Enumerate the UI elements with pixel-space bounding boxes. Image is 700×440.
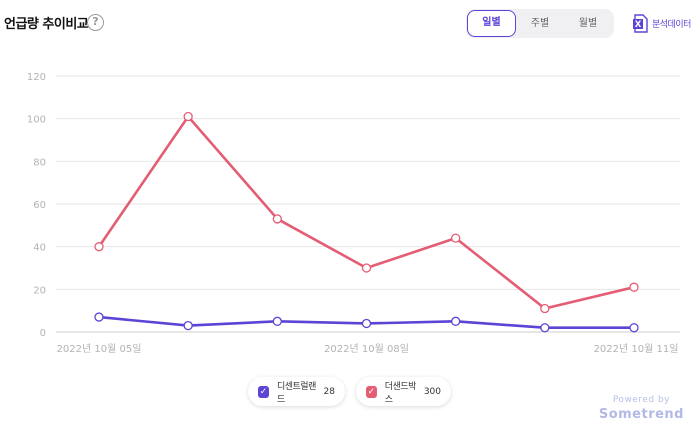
tab-weekly[interactable]: 주별 <box>516 10 564 37</box>
data-point <box>629 323 639 333</box>
y-tick-label: 60 <box>33 200 46 211</box>
powered-by-text: Powered by <box>612 395 670 405</box>
data-point <box>361 318 372 329</box>
data-point <box>361 263 372 273</box>
legend-item-decentraland[interactable]: ✓ 디센트럴랜드 28 <box>248 377 345 406</box>
mention-trend-line-chart: 0 20 40 60 80 100 120 2022년 10월 05일 2022년 10월 08… <box>27 72 680 355</box>
help-icon[interactable]: ? <box>87 14 104 31</box>
x-tick-label: 2022년 10월 11일 <box>594 343 679 355</box>
data-point <box>183 320 193 331</box>
legend-count: 300 <box>423 386 441 397</box>
data-point <box>451 233 461 243</box>
legend-item-sandbox[interactable]: ✓ 더샌드박스 300 <box>356 377 451 406</box>
period-tabs: 일별 주별 월별 <box>466 9 614 38</box>
x-tick-label: 2022년 10월 05일 <box>57 343 142 355</box>
y-tick-label: 20 <box>33 285 46 296</box>
check-icon: ✓ <box>366 385 377 398</box>
x-tick-label: 2022년 10월 08일 <box>324 343 409 355</box>
data-point <box>94 312 104 322</box>
y-tick-label: 120 <box>27 72 46 83</box>
page-title: 언급량 추이비교 <box>4 17 89 32</box>
excel-download-button[interactable]: X 분석데이터 <box>632 13 691 33</box>
data-point <box>540 323 550 333</box>
data-point <box>272 214 282 224</box>
tab-monthly[interactable]: 월별 <box>564 10 612 37</box>
legend-count: 28 <box>323 386 335 397</box>
data-point <box>94 242 104 252</box>
excel-download-label: 분석데이터 <box>652 19 691 30</box>
excel-icon: X <box>632 13 649 33</box>
excel-icon-glyph: X <box>635 20 642 30</box>
y-tick-label: 100 <box>27 115 46 126</box>
y-tick-label: 0 <box>40 328 46 339</box>
y-tick-label: 80 <box>33 157 46 168</box>
data-point <box>540 303 550 314</box>
data-point <box>629 282 639 292</box>
brand-name: Sometrend <box>598 407 684 422</box>
chart-legend: ✓ 디센트럴랜드 28 ✓ 더샌드박스 300 <box>0 377 700 407</box>
data-point <box>451 316 461 326</box>
data-point <box>183 111 193 122</box>
legend-label: 더샌드박스 <box>384 381 417 405</box>
y-tick-label: 40 <box>33 243 46 254</box>
tab-daily[interactable]: 일별 <box>467 10 516 37</box>
legend-label: 디센트럴랜드 <box>276 381 316 405</box>
series-line <box>97 115 636 310</box>
powered-by-logo: Powered by Sometrend <box>599 395 684 422</box>
chart-header: 언급량 추이비교 ? 일별 주별 월별 X 분석데이터 <box>0 0 700 46</box>
check-icon: ✓ <box>258 385 269 398</box>
data-point <box>272 316 282 326</box>
